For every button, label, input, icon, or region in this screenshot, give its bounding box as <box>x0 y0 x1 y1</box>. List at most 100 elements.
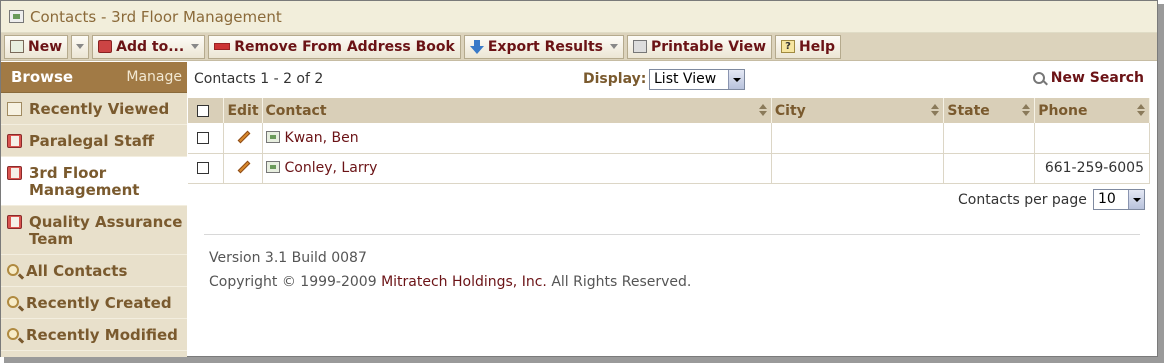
printer-icon <box>632 40 647 53</box>
divider <box>204 234 1140 235</box>
manage-tab[interactable]: Manage <box>126 69 182 85</box>
table-row: Kwan, Ben <box>188 123 1150 154</box>
window-shadow-right <box>1158 4 1164 363</box>
sort-icon[interactable] <box>931 104 940 116</box>
results-count: Contacts 1 - 2 of 2 <box>194 71 324 87</box>
new-button[interactable]: New <box>4 34 69 59</box>
help-button-label: Help <box>799 38 836 55</box>
remove-from-address-book-button[interactable]: Remove From Address Book <box>208 34 461 59</box>
contact-cell: Kwan, Ben <box>262 123 772 154</box>
browse-tab[interactable]: Browse <box>11 68 73 86</box>
copyright-suffix: All Rights Reserved. <box>551 274 692 290</box>
window-frame: Contacts - 3rd Floor Management New Add … <box>0 0 1158 357</box>
company-link[interactable]: Mitratech Holdings, Inc. <box>381 274 547 290</box>
select-all-checkbox[interactable] <box>197 104 209 117</box>
address-book-icon <box>7 134 22 148</box>
display-label: Display: <box>583 71 647 87</box>
contact-card-icon <box>265 161 280 173</box>
sidebar-item-quality-assurance-team[interactable]: Quality Assurance Team <box>1 206 187 255</box>
select-all-header <box>188 98 225 123</box>
new-button-label: New <box>28 38 63 55</box>
row-checkbox[interactable] <box>197 162 209 174</box>
chevron-down-icon[interactable] <box>728 70 744 89</box>
new-dropdown-button[interactable] <box>71 34 90 59</box>
search-icon <box>7 264 19 276</box>
sidebar-item-label: 3rd Floor Management <box>29 164 140 199</box>
address-book-icon <box>98 40 113 53</box>
edit-cell <box>223 153 263 184</box>
phone-cell <box>1034 123 1150 154</box>
address-book-icon <box>7 215 22 229</box>
remove-button-label: Remove From Address Book <box>234 38 455 55</box>
contact-card-icon <box>265 130 280 143</box>
contact-link[interactable]: Conley, Larry <box>285 160 378 176</box>
sidebar-item-label: Paralegal Staff <box>29 132 155 150</box>
printable-view-label: Printable View <box>650 38 767 55</box>
sort-icon[interactable] <box>1022 104 1031 116</box>
results-info-bar: Contacts 1 - 2 of 2 Display: List View N… <box>188 62 1150 97</box>
sidebar-header: Browse Manage <box>1 62 187 93</box>
city-cell <box>771 153 945 184</box>
column-header-label: Contact <box>265 102 327 119</box>
sidebar-item-label: Recently Viewed <box>29 100 170 118</box>
sidebar-item-label: Recently Created <box>26 294 172 312</box>
sidebar-item-label: Quality Assurance Team <box>29 213 183 248</box>
sidebar-item-recently-created[interactable]: Recently Created <box>1 287 187 319</box>
new-search-label: New Search <box>1050 70 1144 86</box>
chevron-down-icon[interactable] <box>1128 190 1144 209</box>
search-icon <box>7 296 19 308</box>
copyright-prefix: Copyright © 1999-2009 <box>209 274 377 290</box>
help-icon: ? <box>781 40 796 53</box>
window-shadow-bottom <box>4 357 1164 363</box>
contact-card-icon <box>9 10 24 23</box>
help-button[interactable]: ? Help <box>775 34 842 59</box>
sort-icon[interactable] <box>1137 104 1145 116</box>
table-row: Conley, Larry 661-259-6005 <box>188 153 1150 184</box>
row-select-cell <box>188 153 225 184</box>
per-page-value: 10 <box>1098 191 1116 207</box>
column-header-phone[interactable]: Phone <box>1034 98 1150 123</box>
display-select-value: List View <box>654 71 717 87</box>
table-header-row: Edit Contact City State Phone <box>188 98 1150 123</box>
sidebar-item-recently-viewed[interactable]: Recently Viewed <box>1 93 187 125</box>
sidebar-item-label: All Contacts <box>26 262 128 280</box>
edit-cell <box>223 123 263 154</box>
chevron-down-icon <box>76 44 85 49</box>
address-book-icon <box>7 166 22 180</box>
phone-cell: 661-259-6005 <box>1034 153 1150 184</box>
column-header-label: Phone <box>1038 102 1088 119</box>
state-cell <box>943 153 1036 184</box>
export-results-button[interactable]: Export Results <box>463 34 624 59</box>
display-select[interactable]: List View <box>649 69 745 90</box>
per-page-select[interactable]: 10 <box>1093 189 1145 210</box>
city-cell <box>771 123 945 154</box>
sidebar: Browse Manage Recently Viewed Paralegal … <box>1 62 187 357</box>
sidebar-item-recently-modified[interactable]: Recently Modified <box>1 319 187 351</box>
chevron-down-icon <box>609 44 618 49</box>
new-search-link[interactable]: New Search <box>1032 70 1144 86</box>
row-checkbox[interactable] <box>197 131 209 144</box>
version-text: Version 3.1 Build 0087 <box>209 250 367 266</box>
per-page-label: Contacts per page <box>958 192 1087 208</box>
sidebar-item-3rd-floor-management[interactable]: 3rd Floor Management <box>1 157 187 206</box>
chevron-down-icon <box>191 44 200 49</box>
column-header-city[interactable]: City <box>771 98 945 123</box>
column-header-label: City <box>774 102 806 119</box>
sidebar-item-paralegal-staff[interactable]: Paralegal Staff <box>1 125 187 157</box>
column-header-contact[interactable]: Contact <box>262 98 772 123</box>
column-header-label: State <box>947 102 990 119</box>
search-icon <box>7 328 19 340</box>
add-to-button[interactable]: Add to... <box>92 34 206 59</box>
export-arrow-icon <box>469 39 484 54</box>
contact-card-icon <box>10 40 24 53</box>
magnifier-icon <box>1032 72 1045 84</box>
sidebar-item-all-contacts[interactable]: All Contacts <box>1 255 187 287</box>
contact-link[interactable]: Kwan, Ben <box>285 130 359 146</box>
row-select-cell <box>188 123 225 154</box>
pencil-icon[interactable] <box>238 160 251 174</box>
sort-icon[interactable] <box>758 104 767 116</box>
pencil-icon[interactable] <box>238 130 251 144</box>
recently-viewed-icon <box>7 102 22 116</box>
printable-view-button[interactable]: Printable View <box>626 34 773 59</box>
column-header-state[interactable]: State <box>943 98 1036 123</box>
